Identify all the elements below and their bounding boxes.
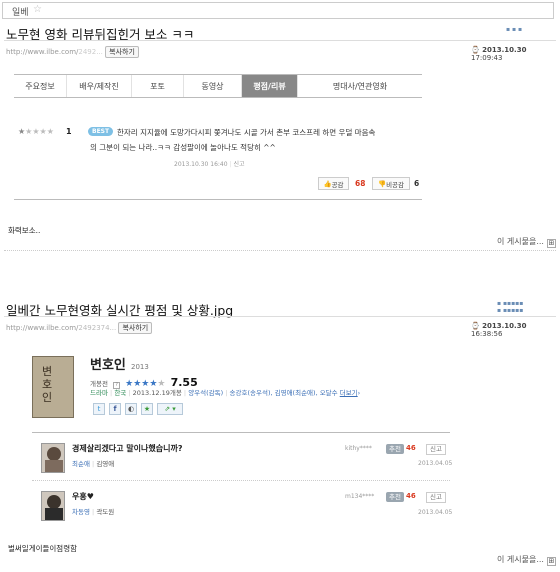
star-icon[interactable]: ☆ [33,4,42,15]
post2-url[interactable]: http://www.ilbe.com/ [6,324,78,332]
review-date: 2013.10.30 16:40 [174,161,228,168]
comment1-actor[interactable]: 김영애 [96,460,114,468]
comment2-character[interactable]: 차동영 [72,508,90,516]
movie-year: 2013 [130,363,149,371]
tab-cast-crew[interactable]: 배우/제작진 [67,75,132,97]
comment1-character[interactable]: 최순애 [72,460,90,468]
facebook-icon[interactable]: f [109,403,121,415]
comment1-recommend-button[interactable]: 추천 [386,444,404,454]
comment1-avatar [41,443,65,473]
comment2-date: 2013.04.05 [418,509,453,516]
dislike-label: 비공감 [386,180,405,189]
thumbs-up-icon: 👍 [323,179,332,188]
comment2-report-button[interactable]: 신고 [426,492,446,503]
comment2-actor[interactable]: 곽도원 [96,508,114,516]
review-meta: 2013.10.30 16:40 | 신고 [174,159,244,168]
tab-rating-review[interactable]: 평점/리뷰 [242,75,298,97]
twitter-icon[interactable]: t [93,403,105,415]
comments-top-rule [32,432,450,433]
post1-copy-button[interactable]: 복사하기 [105,46,139,58]
comment1-text: 경제살리겠다고 말이나했습니까? [72,444,183,453]
post1-body-text: 화력보소.. [8,226,41,235]
expand-icon: ⊞ [546,239,556,248]
comment1-report-button[interactable]: 신고 [426,444,446,455]
post1-url-line: http://www.ilbe.com/2492... 복사하기 [6,46,139,58]
comment2-user: m134**** [345,493,375,500]
post1-more-label: 이 게시물을... [497,237,544,246]
comment2-text: 우홍♥ [72,492,94,501]
post1-time: 17:09:43 [471,54,503,62]
dislike-count: 6 [414,179,420,188]
comment-divider [32,480,450,481]
review-separator: | [229,161,232,168]
post2-more[interactable]: 이 게시물을... ⊞ [497,554,556,566]
post1-url[interactable]: http://www.ilbe.com/ [6,48,78,56]
movie-genre[interactable]: 드라마 [90,389,108,397]
post2-body-text: 벌써일게이들이점령함 [8,544,77,553]
movie-director[interactable]: 양우석(감독) [188,389,223,397]
movie-poster[interactable]: 변호인 [32,356,74,418]
post1-title-icons: ▪ ▪ ▪ [506,26,523,33]
post1-title-rule [4,40,556,41]
tab-photo[interactable]: 포토 [132,75,184,97]
post1-datetime: ⌚ 2013.10.30 17:09:43 [471,46,560,62]
comment1-count: 46 [406,444,416,452]
post2-time: 16:38:56 [471,330,503,338]
movie-release: 2013.12.19개봉 [132,389,182,397]
poster-title: 변호인 [42,365,53,404]
best-badge: BEST [88,127,114,136]
post1-more[interactable]: 이 게시물을... ⊞ [497,236,556,248]
comment2-count: 46 [406,492,416,500]
bookmark-star-icon[interactable]: ★ [141,403,153,415]
tab-quotes-related[interactable]: 명대사/연관영화 [298,75,422,97]
movie-more-link[interactable]: 더보기 [340,389,358,397]
comment2-separator: | [92,508,95,516]
tab-video[interactable]: 동영상 [184,75,242,97]
comment1-credit: 최순애 | 김영애 [72,458,114,468]
review-stars: ★★★★★ [18,127,54,136]
clock-icon: ⌚ [471,46,480,54]
top-bar-title: 일베 [12,8,29,18]
like-label: 공감 [331,180,344,189]
like-button[interactable]: 👍 공감 [318,177,349,190]
tab-main-info[interactable]: 주요정보 [14,75,67,97]
post1-end-rule [4,250,556,251]
movie-country[interactable]: 한국 [114,389,126,397]
post2-title-icons: ▪ ▪▪▪▪▪ ▪ ▪▪▪▪▪ [497,300,524,314]
clock-icon: ⌚ [471,322,480,330]
post1-date: 2013.10.30 [482,46,527,54]
post2-more-label: 이 게시물을... [497,555,544,564]
comment2-avatar [41,491,65,521]
expand-icon: ⊞ [546,557,556,566]
post2-date: 2013.10.30 [482,322,527,330]
comment2-recommend-button[interactable]: 추천 [386,492,404,502]
review-text-line1: 한자리 지지율에 도망가다시피 쫓겨나도 시골 가서 촌부 코스프레 하면 우덜… [117,128,376,137]
post2-url-line: http://www.ilbe.com/2492374... 복사하기 [6,322,153,334]
post2-copy-button[interactable]: 복사하기 [118,322,153,334]
review-text-line2: 의 그분이 되는 나라..ㅋㅋ 감성팔이에 놀아나도 적당히 ^^ [90,143,276,152]
comment1-date: 2013.04.05 [418,460,453,467]
review-rating: 1 [66,127,72,136]
me2day-icon[interactable]: ◐ [125,403,137,415]
review-report-link[interactable]: 신고 [233,161,244,168]
review-bottom-rule [14,199,422,200]
share-icon[interactable]: ⇗ ▾ [157,403,183,415]
comment2-credit: 차동영 | 곽도원 [72,506,114,516]
top-bar: 일베 ☆ [2,2,554,19]
like-count: 68 [355,179,366,188]
comment1-user: kithy**** [345,445,372,452]
post2-url-blurred: 2492374... [78,324,117,332]
movie-info-row: 드라마 | 한국 | 2013.12.19개봉 | 양우석(감독) | 송강호(… [90,389,361,397]
comment1-separator: | [92,460,95,468]
thumbs-down-icon: 👎 [377,179,387,188]
post2-title-rule [4,316,556,317]
movie-tab-bar: 주요정보 배우/제작진 포토 동영상 평점/리뷰 명대사/연관영화 [14,74,422,98]
post2-datetime: ⌚ 2013.10.30 16:38:56 [471,322,560,338]
post1-url-blurred: 2492... [78,48,103,56]
movie-cast[interactable]: 송강호(송우석), 김영애(최순애), 오달수 [230,389,338,397]
dislike-button[interactable]: 👎 비공감 [372,177,410,190]
